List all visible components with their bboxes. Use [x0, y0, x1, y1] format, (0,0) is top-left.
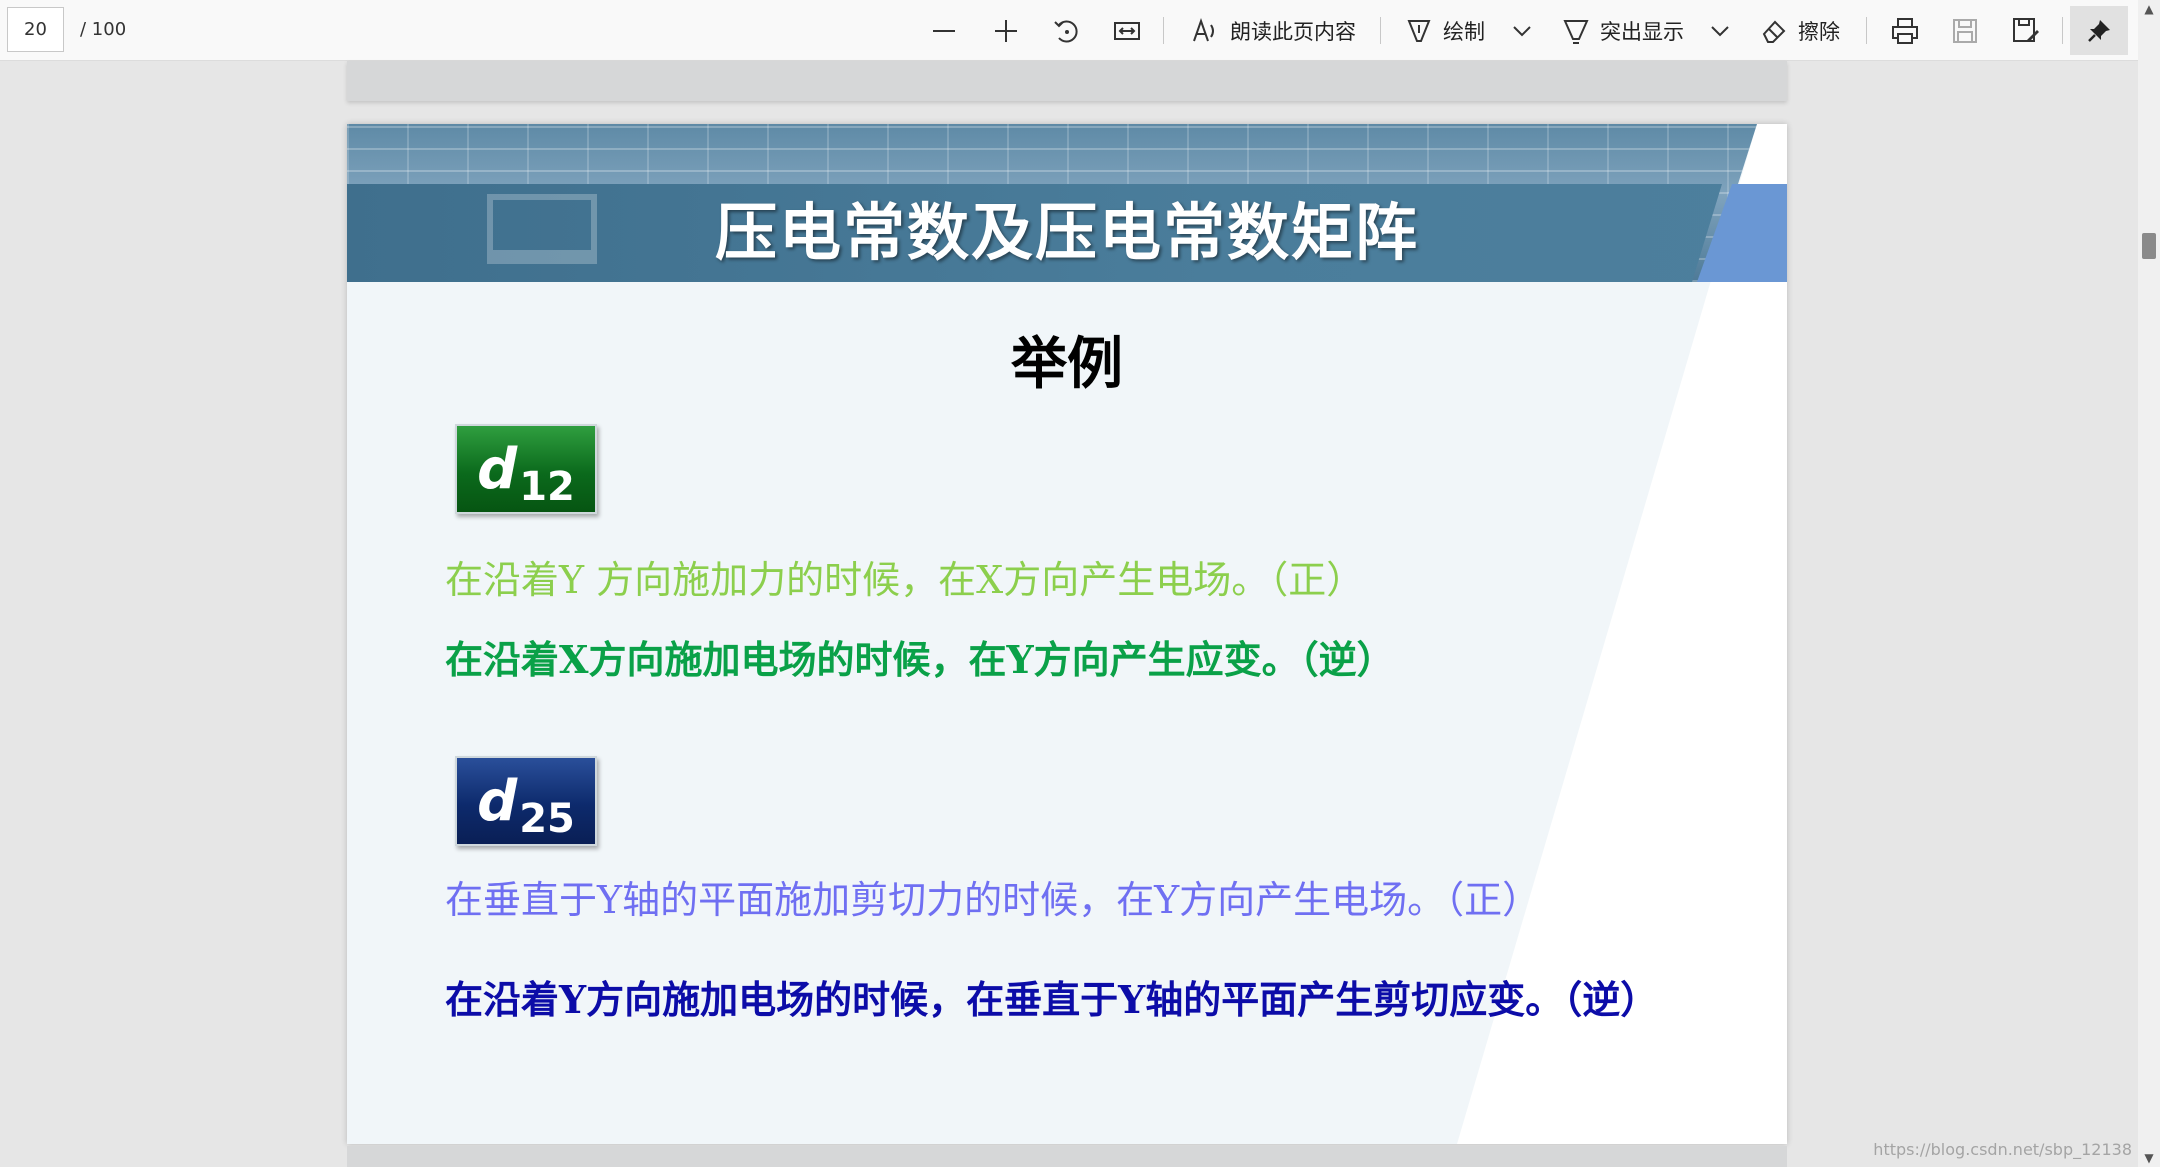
d25-direct-effect-text: 在垂直于Y轴的平面施加剪切力的时候，在Y方向产生电场。（正）	[445, 878, 1541, 922]
title-banner: 压电常数及压电常数矩阵	[347, 124, 1787, 282]
highlighter-icon	[1563, 19, 1589, 44]
slide-title: 压电常数及压电常数矩阵	[714, 196, 1419, 269]
watermark: https://blog.csdn.net/sbp_12138	[1873, 1140, 2132, 1159]
d25-inverse-effect-text: 在沿着Y方向施加电场的时候，在垂直于Y轴的平面产生剪切应变。（逆）	[445, 977, 1659, 1022]
scroll-up-arrow-icon[interactable]: ▲	[2138, 0, 2160, 18]
scroll-thumb[interactable]	[2142, 233, 2156, 259]
d12-direct-effect-text: 在沿着Y 方向施加力的时候，在X方向产生电场。（正）	[445, 558, 1365, 602]
draw-button[interactable]: 绘制	[1405, 10, 1485, 51]
fit-width-button[interactable]	[1112, 10, 1142, 51]
zoom-out-button[interactable]	[930, 10, 958, 51]
highlight-label: 突出显示	[1600, 19, 1684, 44]
badge-symbol: d	[477, 436, 518, 502]
d12-badge: d 12	[455, 424, 597, 514]
draw-label: 绘制	[1443, 19, 1485, 44]
read-aloud-icon	[1193, 17, 1214, 41]
next-page	[347, 1146, 1787, 1167]
minus-icon	[933, 29, 955, 32]
save-button[interactable]	[1951, 10, 1979, 51]
scroll-down-arrow-icon[interactable]: ▼	[2138, 1149, 2160, 1167]
highlight-button[interactable]: 突出显示	[1562, 10, 1684, 51]
badge-symbol: d	[477, 768, 518, 834]
erase-button[interactable]: 擦除	[1760, 10, 1840, 51]
d12-inverse-effect-text: 在沿着X方向施加电场的时候，在Y方向产生应变。（逆）	[445, 637, 1395, 682]
page-number-input[interactable]: 20	[7, 7, 64, 52]
toolbar-divider	[1163, 17, 1164, 44]
read-aloud-label: 朗读此页内容	[1230, 19, 1356, 44]
plus-icon	[995, 19, 1017, 42]
read-aloud-button[interactable]: 朗读此页内容	[1190, 10, 1356, 51]
d25-badge: d 25	[455, 756, 597, 846]
printer-icon	[1892, 17, 1918, 44]
chevron-down-icon	[1711, 25, 1729, 36]
highlight-options-dropdown[interactable]	[1708, 10, 1732, 51]
previous-page	[347, 61, 1787, 101]
pin-icon	[2088, 19, 2110, 42]
save-as-button[interactable]	[2011, 10, 2041, 51]
toolbar-divider	[2062, 17, 2063, 44]
erase-label: 擦除	[1798, 19, 1840, 44]
pin-toolbar-button[interactable]	[2070, 6, 2128, 55]
page-total: / 100	[80, 19, 127, 40]
save-icon	[1953, 18, 1977, 43]
fit-width-icon	[1114, 21, 1140, 40]
zoom-in-button[interactable]	[992, 10, 1020, 51]
pdf-toolbar: 20 / 100 朗读此页内容 绘制 突出显示 擦除	[0, 0, 2160, 61]
badge-subscript: 25	[519, 796, 575, 842]
toolbar-divider	[1866, 17, 1867, 44]
slide-subtitle: 举例	[1011, 332, 1123, 397]
badge-subscript: 12	[519, 464, 575, 510]
vertical-scrollbar[interactable]: ▲ ▼	[2138, 0, 2160, 1167]
print-button[interactable]	[1890, 10, 1920, 51]
save-as-icon	[2013, 17, 2039, 42]
rotate-button[interactable]	[1052, 10, 1082, 51]
chevron-down-icon	[1513, 25, 1531, 36]
rotate-icon	[1054, 20, 1078, 42]
draw-options-dropdown[interactable]	[1510, 10, 1534, 51]
pdf-page: 压电常数及压电常数矩阵 举例 d 12 在沿着Y 方向施加力的时候，在X方向产生电…	[347, 124, 1787, 1144]
toolbar-divider	[1380, 17, 1381, 44]
pen-icon	[1407, 19, 1431, 42]
eraser-icon	[1762, 20, 1786, 43]
